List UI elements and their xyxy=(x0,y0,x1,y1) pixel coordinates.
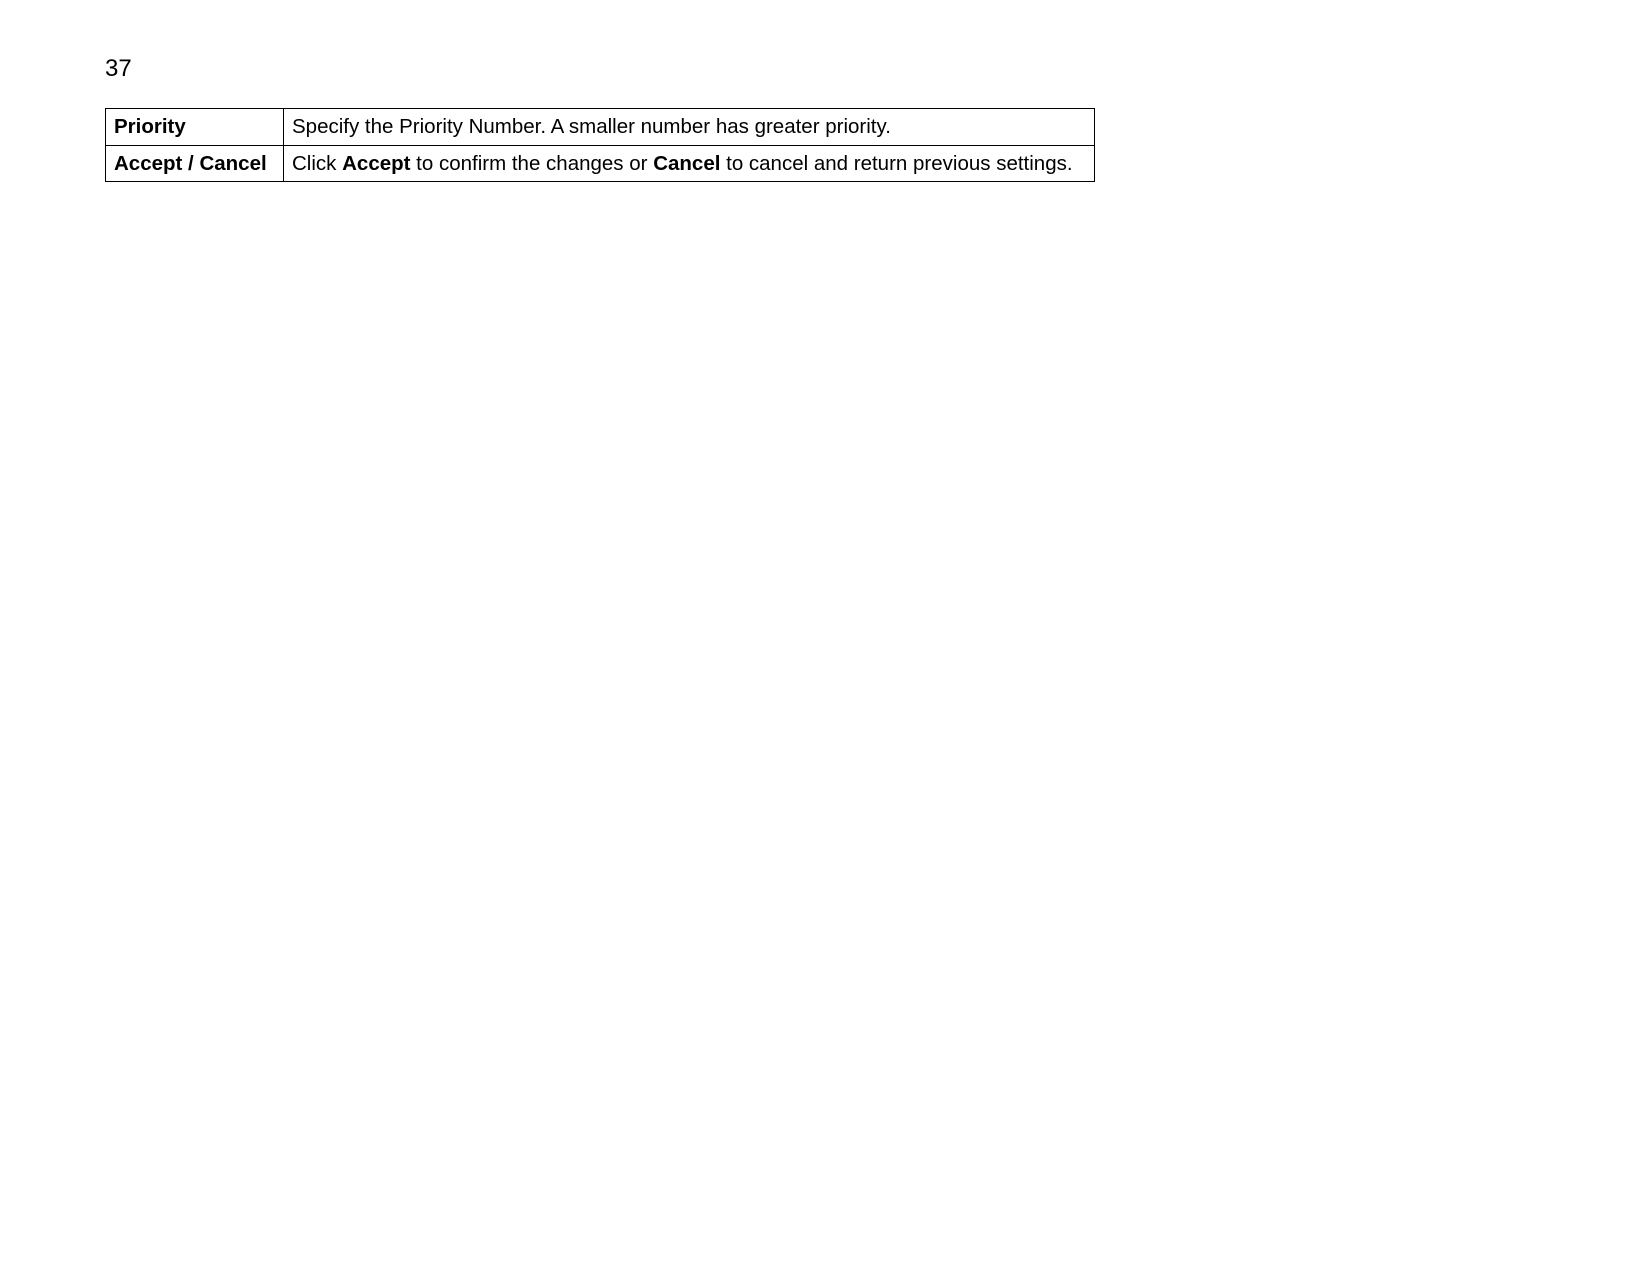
table-row: Priority Specify the Priority Number. A … xyxy=(106,109,1095,146)
table-row: Accept / Cancel Click Accept to confirm … xyxy=(106,145,1095,182)
row-desc-priority: Specify the Priority Number. A smaller n… xyxy=(284,109,1095,146)
row-label-priority: Priority xyxy=(106,109,284,146)
row-label-accept-cancel: Accept / Cancel xyxy=(106,145,284,182)
row-desc-accept-cancel: Click Accept to confirm the changes or C… xyxy=(284,145,1095,182)
page-number: 37 xyxy=(105,55,132,83)
settings-table: Priority Specify the Priority Number. A … xyxy=(105,108,1095,182)
